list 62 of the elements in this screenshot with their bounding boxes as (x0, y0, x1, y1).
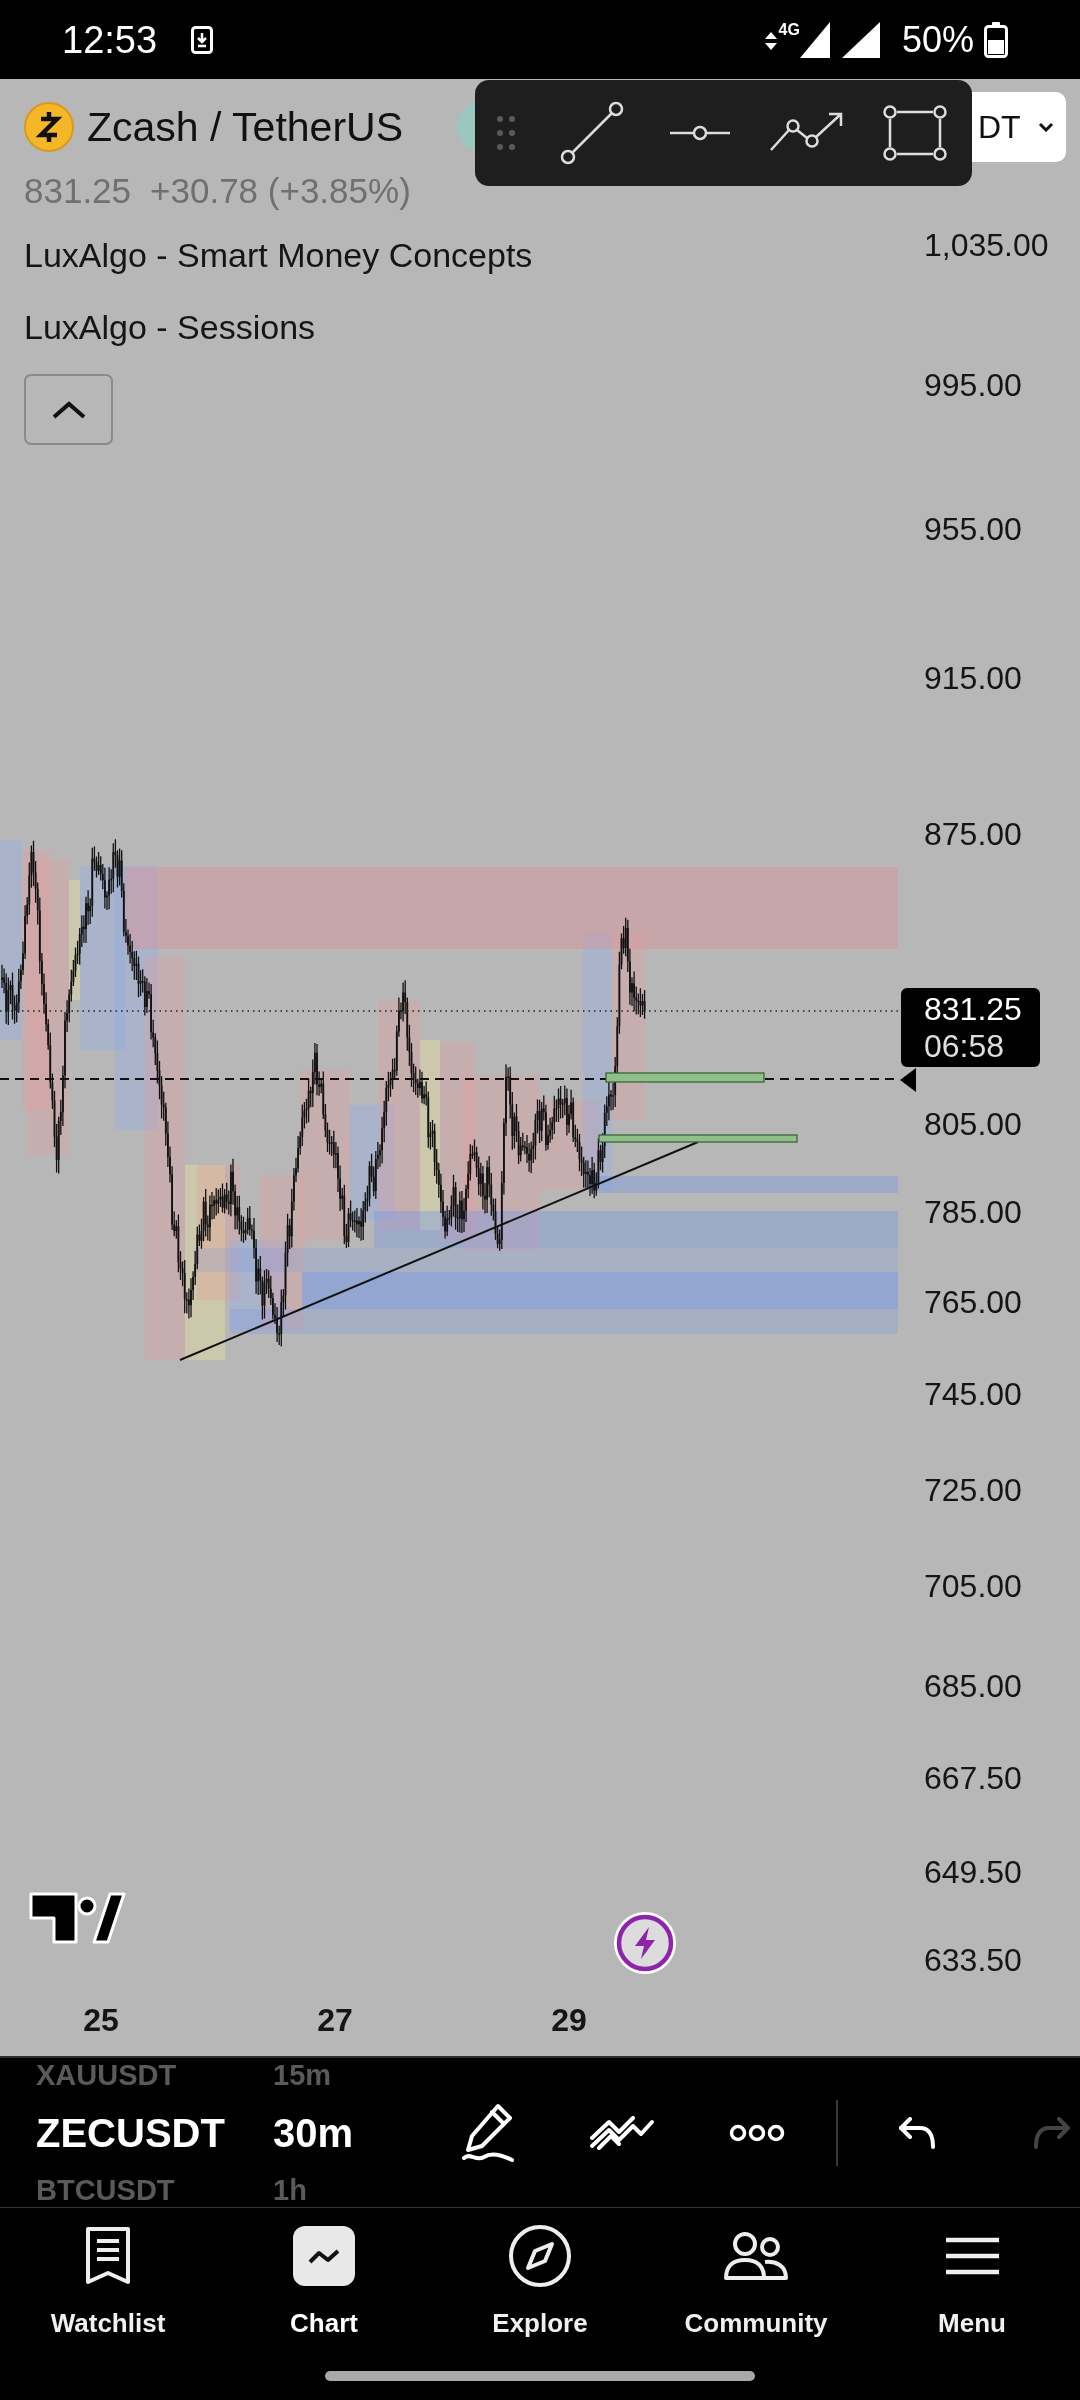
indicator-label[interactable]: LuxAlgo - Sessions (24, 307, 316, 347)
more-icon[interactable] (729, 2123, 785, 2142)
rectangle-icon[interactable] (883, 105, 947, 161)
price-axis-label: 765.00 (924, 1283, 1022, 1321)
horizontal-line-icon[interactable] (670, 125, 730, 141)
people-icon (723, 2232, 789, 2280)
lightning-icon[interactable] (613, 1911, 677, 1975)
compass-icon (508, 2224, 572, 2288)
collapse-button[interactable] (24, 374, 113, 445)
symbol-option[interactable]: ZECUSDT (36, 2112, 225, 2153)
bookmark-list-icon (85, 2226, 131, 2286)
time-axis-label: 25 (82, 2001, 120, 2039)
line-segment-icon[interactable] (560, 101, 624, 165)
data-arrows-icon (764, 31, 777, 50)
chart-icon (293, 2226, 355, 2286)
price-text: 831.25 (24, 171, 132, 211)
chevron-down-icon (1038, 122, 1054, 132)
price-axis-label: 875.00 (924, 815, 1022, 853)
battery-percent: 50% (901, 21, 974, 58)
last-price-text: 831.25 (924, 990, 1023, 1028)
chart-panel[interactable] (0, 79, 1080, 2058)
level-marker-icon (900, 1068, 916, 1092)
price-axis-label: 955.00 (924, 510, 1022, 548)
price-axis-label: 915.00 (924, 659, 1022, 697)
nav-tab[interactable]: Menu (864, 2208, 1080, 2341)
chevron-up-icon (51, 400, 86, 419)
interval-option[interactable]: 30m (273, 2112, 354, 2153)
clock-time: 12:53 (62, 20, 158, 59)
indicator-label[interactable]: LuxAlgo - Smart Money Concepts (24, 235, 533, 275)
countdown-text: 06:58 (924, 1027, 1006, 1065)
time-axis-label: 29 (550, 2001, 588, 2039)
multi-line-icon[interactable] (589, 2115, 655, 2150)
price-axis-label: 1,035.00 (924, 226, 1049, 264)
download-icon (191, 25, 214, 54)
nav-tab[interactable]: Explore (432, 2208, 648, 2341)
price-axis-label: 667.50 (924, 1759, 1022, 1797)
nav-tab[interactable]: Community (648, 2208, 864, 2341)
nav-tab[interactable]: Watchlist (0, 2208, 216, 2341)
signal-icon (841, 21, 880, 58)
undo-icon[interactable] (898, 2116, 936, 2149)
symbol-button[interactable]: DT (972, 92, 1066, 162)
price-axis-label: 633.50 (924, 1941, 1022, 1979)
price-axis-label: 785.00 (924, 1193, 1022, 1231)
symbol-title[interactable]: Zcash / TetherUS (87, 102, 403, 152)
nav-tab[interactable]: Chart (216, 2208, 432, 2341)
drag-handle-icon[interactable] (497, 116, 515, 150)
coin-icon (24, 102, 74, 152)
price-axis-label: 649.50 (924, 1853, 1022, 1891)
price-change-text: +30.78 (+3.85%) (150, 171, 411, 211)
price-axis-label: 805.00 (924, 1105, 1022, 1143)
price-axis-label: 705.00 (924, 1567, 1022, 1605)
price-axis-label: 745.00 (924, 1375, 1022, 1413)
price-axis-label: 725.00 (924, 1471, 1022, 1509)
pencil-icon[interactable] (460, 2101, 516, 2164)
menu-icon (945, 2236, 999, 2276)
logo-icon (28, 1891, 126, 1945)
time-axis-label: 27 (316, 2001, 354, 2039)
price-axis-label: 995.00 (924, 366, 1022, 404)
price-axis-label: 685.00 (924, 1667, 1022, 1705)
network-type-label: 4G (778, 21, 800, 38)
signal-icon (799, 21, 830, 58)
battery-icon (984, 21, 1008, 58)
